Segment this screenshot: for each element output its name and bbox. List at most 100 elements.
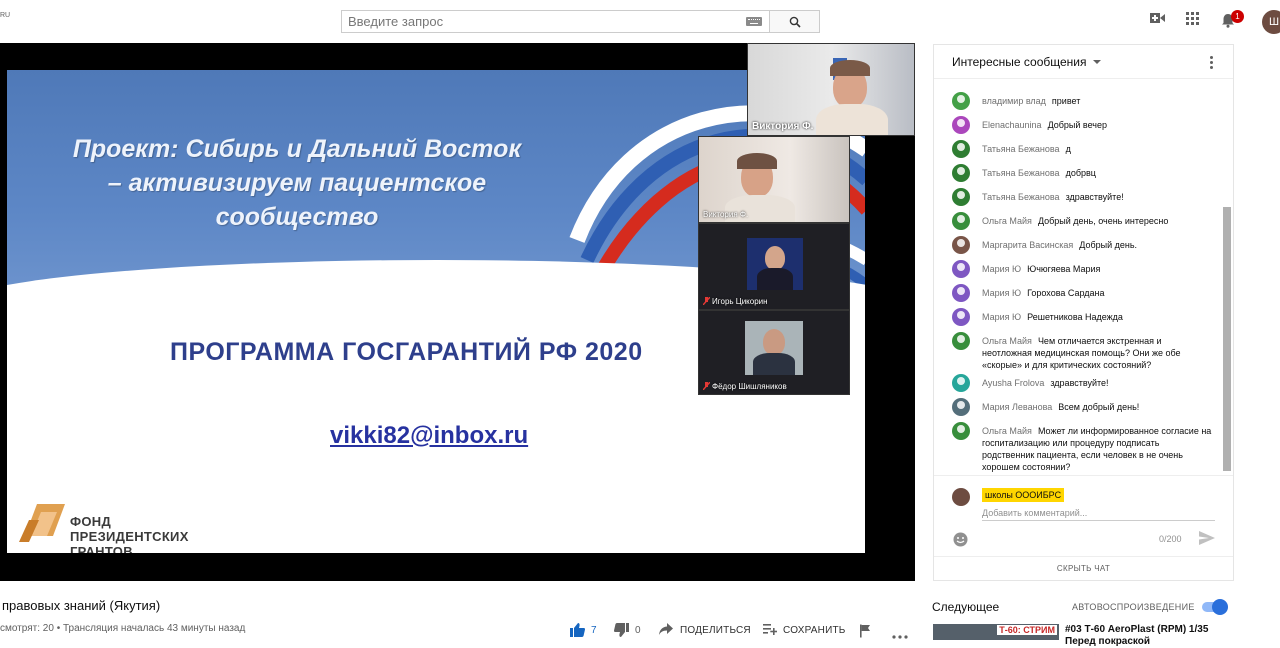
mic-muted-icon	[703, 382, 710, 390]
video-meta: смотрят: 20 • Трансляция началась 43 мин…	[0, 623, 246, 634]
message-author: Мария Ю	[982, 312, 1022, 322]
save-label: СОХРАНИТЬ	[783, 625, 846, 636]
next-video-title[interactable]: #03 Т-60 AeroPlast (RPM) 1/35 Перед покр…	[1065, 624, 1235, 648]
autoplay-toggle[interactable]	[1202, 599, 1228, 615]
message-text: Добрый день, очень интересно	[1037, 216, 1169, 226]
thumbs-up-icon	[570, 623, 585, 637]
search-icon	[789, 16, 801, 28]
like-count: 7	[591, 625, 597, 636]
participant-name: Виктория Ф.	[752, 121, 814, 132]
message-text: Горохова Сардана	[1027, 288, 1105, 298]
message-text: здравствуйте!	[1050, 378, 1109, 388]
message-author: Татьяна Бежанова	[982, 192, 1060, 202]
message-text: Всем добрый день!	[1058, 402, 1140, 412]
my-channel-name: школы ОООИБРС	[982, 488, 1065, 502]
user-avatar	[952, 374, 970, 392]
message-author: Мария Ю	[982, 288, 1022, 298]
dislike-button[interactable]: 0	[614, 622, 644, 638]
message-author: Мария Ю	[982, 264, 1022, 274]
share-label: ПОДЕЛИТЬСЯ	[680, 625, 751, 636]
message-text: Добрый вечер	[1047, 120, 1108, 130]
chat-header: Интересные сообщения	[934, 45, 1233, 79]
region-label: RU	[0, 12, 11, 19]
user-avatar	[952, 332, 970, 350]
video-player[interactable]: Проект: Сибирь и Дальний Восток – активи…	[0, 43, 915, 581]
slide-title: Проект: Сибирь и Дальний Восток – активи…	[72, 135, 522, 231]
hide-chat-button[interactable]: СКРЫТЬ ЧАТ	[934, 556, 1233, 580]
chat-messages: владимир влад привет Elenachaunina Добрый …	[934, 81, 1223, 473]
create-video-icon[interactable]	[1150, 12, 1165, 24]
my-avatar	[952, 488, 970, 506]
user-avatar	[952, 212, 970, 230]
chevron-down-icon[interactable]	[1093, 60, 1101, 64]
search-box	[341, 10, 820, 33]
slide-program-heading: ПРОГРАММА ГОСГАРАНТИЙ РФ 2020	[170, 338, 643, 366]
message-author: Ольга Майя	[982, 426, 1032, 436]
share-button[interactable]: ПОДЕЛИТЬСЯ	[659, 622, 751, 638]
participant-tile[interactable]: Виктория Ф.	[698, 136, 850, 223]
message-author: Татьяна Бежанова	[982, 144, 1060, 154]
message-text: добрвц	[1065, 168, 1096, 178]
message-author: Ольга Майя	[982, 216, 1032, 226]
next-video-thumbnail[interactable]: Т-60: СТРИМ	[933, 624, 1059, 640]
chat-mode-dropdown[interactable]: Интересные сообщения	[952, 55, 1087, 69]
char-counter: 0/200	[1159, 534, 1182, 544]
message-author: Ayusha Frolova	[982, 378, 1045, 388]
thumbnail-badge: Т-60: СТРИМ	[997, 625, 1057, 635]
user-avatar	[952, 308, 970, 326]
message-text: д	[1065, 144, 1071, 154]
share-icon	[659, 623, 673, 635]
search-input[interactable]	[341, 10, 770, 33]
participant-name: Виктория Ф.	[703, 210, 749, 219]
up-next-heading: Следующее	[932, 600, 1000, 614]
message-author: владимир влад	[982, 96, 1046, 106]
user-avatar	[952, 260, 970, 278]
emoji-icon[interactable]	[953, 532, 968, 547]
message-text: Решетникова Надежда	[1027, 312, 1123, 322]
send-icon[interactable]	[1199, 531, 1215, 545]
chat-input-area: школы ОООИБРС 0/200	[934, 475, 1233, 555]
more-horizontal-icon[interactable]	[892, 629, 908, 645]
user-avatar	[952, 188, 970, 206]
account-avatar[interactable]: Ш	[1262, 10, 1280, 34]
slide-email-link: vikki82@inbox.ru	[330, 422, 529, 449]
chat-scrollbar[interactable]	[1223, 207, 1231, 471]
participant-tile[interactable]: Игорь Цикорин	[698, 223, 850, 310]
message-author: Маргарита Васинская	[982, 240, 1074, 250]
message-text: Ючюгяева Мария	[1027, 264, 1101, 274]
message-author: Мария Леванова	[982, 402, 1053, 412]
zoom-watermark: zoom	[729, 540, 842, 554]
message-text: Добрый день.	[1079, 240, 1138, 250]
top-bar: RU 1 Ш	[0, 0, 1280, 43]
search-button[interactable]	[770, 10, 820, 33]
participant-name: Фёдор Шишляников	[712, 382, 787, 391]
chat-comment-input[interactable]	[982, 505, 1215, 521]
message-author: Ольга Майя	[982, 336, 1032, 346]
user-avatar	[952, 164, 970, 182]
playlist-add-icon	[763, 624, 777, 635]
keyboard-icon[interactable]	[746, 17, 762, 26]
participant-name: Игорь Цикорин	[712, 297, 768, 306]
autoplay-label: АВТОВОСПРОИЗВЕДЕНИЕ	[1072, 602, 1195, 612]
message-text: здравствуйте!	[1065, 192, 1124, 202]
fund-logo-icon	[19, 504, 65, 542]
user-avatar	[952, 398, 970, 416]
thumbs-down-icon	[614, 623, 629, 637]
apps-grid-icon[interactable]	[1186, 12, 1199, 25]
report-flag-icon[interactable]	[860, 623, 871, 639]
more-options-icon[interactable]	[1210, 56, 1214, 70]
mic-muted-icon	[703, 297, 710, 305]
participant-tile[interactable]: Фёдор Шишляников	[698, 310, 850, 395]
video-title: правовых знаний (Якутия)	[2, 598, 161, 613]
live-chat-panel: Интересные сообщения владимир влад привет…	[933, 44, 1234, 581]
message-text: привет	[1051, 96, 1081, 106]
user-avatar	[952, 284, 970, 302]
message-author: Татьяна Бежанова	[982, 168, 1060, 178]
fund-name: ФОНД ПРЕЗИДЕНТСКИХ ГРАНТОВ	[70, 514, 189, 553]
like-button[interactable]: 7	[570, 622, 600, 638]
user-avatar	[952, 140, 970, 158]
dislike-count: 0	[635, 625, 641, 636]
save-button[interactable]: СОХРАНИТЬ	[763, 622, 846, 638]
message-author: Elenachaunina	[982, 120, 1042, 130]
participant-tile[interactable]: Виктория Ф.	[747, 43, 915, 136]
